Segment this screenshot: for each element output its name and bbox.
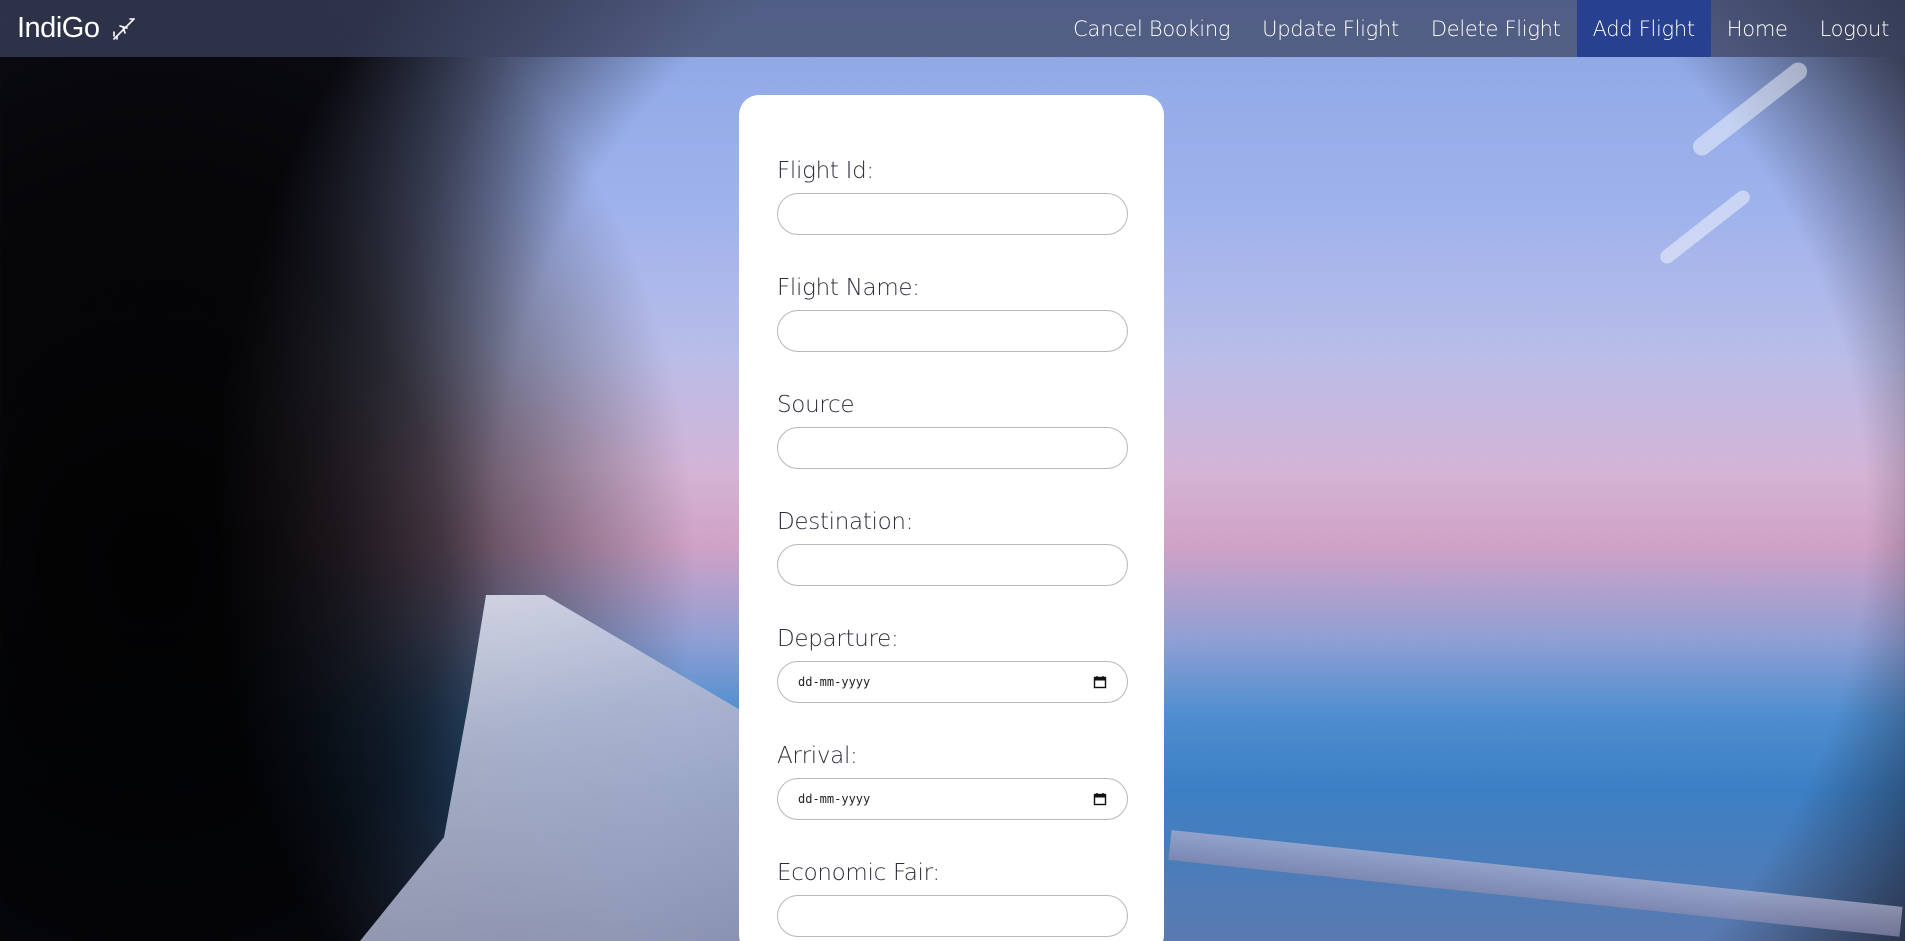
top-navbar: IndiGo Cancel Booking Update Flight Dele… xyxy=(0,0,1905,57)
arrival-date-placeholder: dd-mm-yyyy xyxy=(798,792,871,806)
nav-delete-flight[interactable]: Delete Flight xyxy=(1415,0,1577,57)
departure-label: Departure: xyxy=(777,626,899,652)
departure-date-input[interactable]: dd-mm-yyyy xyxy=(777,661,1128,703)
add-flight-form: Flight Id: Flight Name: Source Destinati… xyxy=(739,95,1164,941)
calendar-icon[interactable] xyxy=(1093,675,1107,689)
airplane-wing-background xyxy=(360,595,780,941)
brand-logo[interactable]: IndiGo xyxy=(0,12,137,45)
flight-name-label: Flight Name: xyxy=(777,275,920,301)
cloud-streak xyxy=(1657,187,1753,267)
economic-fair-input[interactable] xyxy=(777,895,1128,937)
destination-input[interactable] xyxy=(777,544,1128,586)
economic-fair-label: Economic Fair: xyxy=(777,860,940,886)
nav-logout[interactable]: Logout xyxy=(1804,0,1905,57)
departure-date-placeholder: dd-mm-yyyy xyxy=(798,675,871,689)
brand-name: IndiGo xyxy=(17,12,100,44)
source-label: Source xyxy=(777,392,855,418)
source-input[interactable] xyxy=(777,427,1128,469)
nav-update-flight[interactable]: Update Flight xyxy=(1246,0,1415,57)
nav-home[interactable]: Home xyxy=(1711,0,1804,57)
plane-icon xyxy=(113,17,136,40)
arrival-label: Arrival: xyxy=(777,743,858,769)
flight-name-input[interactable] xyxy=(777,310,1128,352)
far-wing-background xyxy=(1168,830,1903,937)
nav-add-flight[interactable]: Add Flight xyxy=(1576,0,1711,57)
nav-links: Cancel Booking Update Flight Delete Flig… xyxy=(1057,0,1905,57)
flight-id-input[interactable] xyxy=(777,193,1128,235)
calendar-icon[interactable] xyxy=(1093,792,1107,806)
arrival-date-input[interactable]: dd-mm-yyyy xyxy=(777,778,1128,820)
cloud-streak xyxy=(1689,58,1811,160)
nav-cancel-booking[interactable]: Cancel Booking xyxy=(1057,0,1246,57)
destination-label: Destination: xyxy=(777,509,914,535)
flight-id-label: Flight Id: xyxy=(777,158,874,184)
